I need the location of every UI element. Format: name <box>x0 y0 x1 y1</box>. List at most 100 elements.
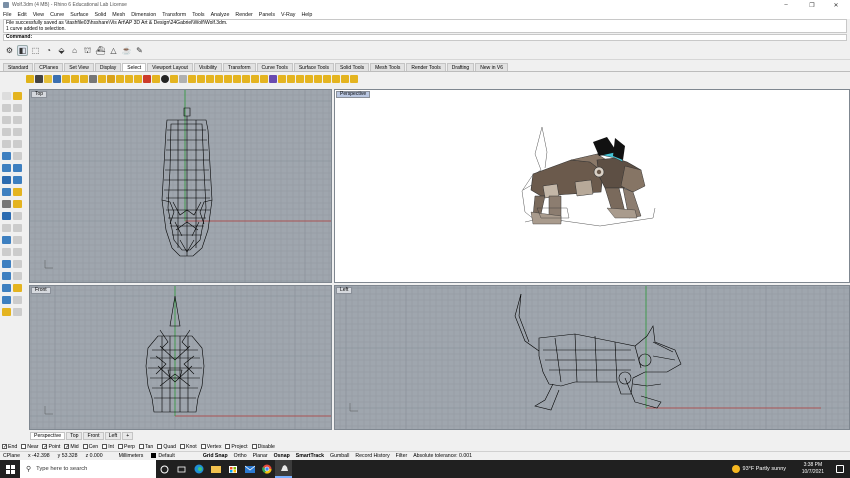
osnap-checkbox[interactable] <box>180 444 186 449</box>
point-icon[interactable] <box>13 92 22 100</box>
front-viewport[interactable]: Front <box>29 285 332 430</box>
join-icon[interactable] <box>2 212 11 220</box>
view-tab-top[interactable]: Top <box>66 431 83 440</box>
mode-record-history[interactable]: Record History <box>355 453 389 459</box>
select-text-icon[interactable] <box>233 74 241 83</box>
render-icon[interactable] <box>2 284 11 292</box>
osnap-project[interactable]: Project <box>225 444 248 450</box>
analyze-icon[interactable] <box>2 272 11 280</box>
osnap-checkbox[interactable] <box>102 444 108 449</box>
select-layer-icon[interactable] <box>143 74 151 83</box>
osnap-perp[interactable]: Perp <box>117 444 135 450</box>
array-icon[interactable] <box>13 248 22 256</box>
select-last-icon[interactable] <box>170 74 178 83</box>
osnap-checkbox[interactable]: ✓ <box>64 444 70 450</box>
osnap-knot[interactable]: Knot <box>180 444 197 450</box>
select-planar-icon[interactable] <box>224 74 232 83</box>
osnap-checkbox[interactable]: ✓ <box>42 444 48 450</box>
freeform-icon[interactable] <box>13 116 22 124</box>
viewport-title-left[interactable]: Left <box>336 287 353 294</box>
tab-solid-tools[interactable]: Solid Tools <box>335 63 370 71</box>
perspective-viewport[interactable]: Perspective <box>334 89 850 283</box>
cortana-icon[interactable] <box>156 460 173 478</box>
tab-drafting[interactable]: Drafting <box>446 63 475 71</box>
osnap-mid[interactable]: ✓ Mid <box>64 444 79 450</box>
new-file-icon[interactable]: ◧ <box>17 45 28 56</box>
menu-surface[interactable]: Surface <box>70 12 88 18</box>
osnap-checkbox[interactable] <box>138 444 144 449</box>
ellipse-icon[interactable] <box>13 128 22 136</box>
trim-icon[interactable] <box>2 200 11 208</box>
boolean-icon[interactable] <box>2 188 11 196</box>
osnap-disable[interactable]: Disable <box>251 444 275 450</box>
menu-vray[interactable]: V-Ray <box>281 12 295 18</box>
maximize-button[interactable]: ❐ <box>800 0 824 10</box>
select-render-icon[interactable] <box>260 74 268 83</box>
tab-mesh-tools[interactable]: Mesh Tools <box>370 63 406 71</box>
taskbar-search-box[interactable]: ⚲ Type here to search <box>20 460 156 478</box>
left-viewport[interactable]: Left <box>334 285 850 430</box>
view-tab-left[interactable]: Left <box>104 431 122 440</box>
mesh-icon[interactable] <box>2 176 11 184</box>
move-icon[interactable] <box>2 224 11 232</box>
windows-start-icon[interactable] <box>0 460 20 478</box>
tab-display[interactable]: Display <box>94 63 122 71</box>
rhino-taskbar-icon[interactable] <box>275 460 292 478</box>
extrude-icon[interactable] <box>13 152 22 160</box>
viewport-title-top[interactable]: Top <box>31 91 48 98</box>
box-icon[interactable] <box>2 164 11 172</box>
tab-viewport-layout[interactable]: Viewport Layout <box>147 63 193 71</box>
select-polysurfaces-icon[interactable] <box>71 74 79 83</box>
wrench-icon[interactable]: ✎ <box>134 45 145 56</box>
select-name-icon[interactable] <box>314 74 322 83</box>
menu-solid[interactable]: Solid <box>94 12 106 18</box>
select-extra-icon[interactable] <box>350 74 358 83</box>
menu-panels[interactable]: Panels <box>259 12 275 18</box>
osnap-checkbox[interactable] <box>117 444 123 449</box>
close-button[interactable]: ✕ <box>824 0 848 10</box>
select-material-icon[interactable] <box>251 74 259 83</box>
tab-surface-tools[interactable]: Surface Tools <box>293 63 335 71</box>
menu-transform[interactable]: Transform <box>162 12 186 18</box>
menu-file[interactable]: File <box>3 12 12 18</box>
view-tab-perspective[interactable]: Perspective <box>30 431 66 440</box>
select-closed-icon[interactable] <box>215 74 223 83</box>
dimension-icon[interactable] <box>13 260 22 268</box>
osnap-checkbox[interactable] <box>82 444 88 449</box>
rotate-icon[interactable] <box>2 236 11 244</box>
osnap-point[interactable]: ✓ Point <box>42 444 60 450</box>
notification-icon[interactable] <box>836 465 844 473</box>
select-annotations-icon[interactable] <box>107 74 115 83</box>
cylinder-icon[interactable] <box>13 176 22 184</box>
scale-icon[interactable] <box>13 236 22 244</box>
select-points-icon[interactable] <box>44 74 52 83</box>
select-prev-icon[interactable] <box>179 74 187 83</box>
ship-icon[interactable]: ⛴ <box>95 45 106 56</box>
cap-icon[interactable]: ⌂ <box>69 45 80 56</box>
select-color-icon[interactable] <box>152 74 160 83</box>
select-crossing-icon[interactable] <box>197 74 205 83</box>
mode-gumball[interactable]: Gumball <box>330 453 349 459</box>
osnap-cen[interactable]: Cen <box>82 444 98 450</box>
select-dimensions-icon[interactable] <box>116 74 124 83</box>
add-view-tab-button[interactable]: + <box>122 431 134 440</box>
select-open-icon[interactable] <box>206 74 214 83</box>
pointer-icon[interactable] <box>2 92 11 100</box>
tab-visibility[interactable]: Visibility <box>193 63 222 71</box>
menu-view[interactable]: View <box>33 12 44 18</box>
layer-icon[interactable] <box>2 296 11 304</box>
rectangle-icon[interactable] <box>13 140 22 148</box>
tab-set-view[interactable]: Set View <box>64 63 94 71</box>
triangle-icon[interactable]: △ <box>108 45 119 56</box>
distance-icon[interactable] <box>13 272 22 280</box>
select-id-icon[interactable] <box>323 74 331 83</box>
tab-select[interactable]: Select <box>122 63 147 71</box>
select-pt-cloud-icon[interactable] <box>269 74 277 83</box>
osnap-checkbox[interactable] <box>157 444 163 449</box>
clock[interactable]: 3:38 PM 10/7/2021 <box>802 462 824 476</box>
properties-icon[interactable] <box>13 296 22 304</box>
menu-help[interactable]: Help <box>301 12 312 18</box>
mode-ortho[interactable]: Ortho <box>234 453 247 459</box>
osnap-vertex[interactable]: Vertex <box>200 444 221 450</box>
select-window-icon[interactable] <box>188 74 196 83</box>
